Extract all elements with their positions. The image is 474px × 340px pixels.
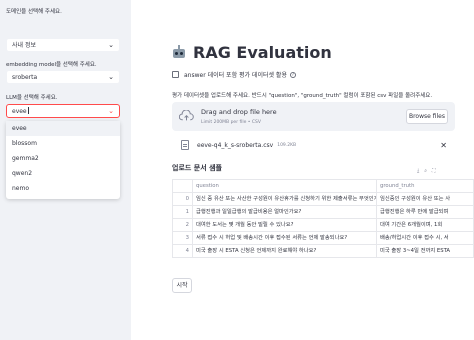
table-row[interactable]: 1 급행진행과 일일급행의 발급비용은 얼마인가요? 급행진행은 하루 만에 발… <box>173 206 473 219</box>
llm-option-evee[interactable]: evee <box>6 121 120 136</box>
answer-dataset-checkbox-label: answer 데이터 포함 평가 데이터셋 활용 <box>184 72 287 79</box>
row-index: 1 <box>173 206 193 218</box>
chevron-down-icon: ⌄ <box>108 107 114 115</box>
browse-files-button[interactable]: Browse files <box>406 109 448 124</box>
table-header-ground-truth[interactable]: ground_truth <box>377 180 473 192</box>
embedding-select-value: sroberta <box>12 74 38 81</box>
row-index: 2 <box>173 219 193 231</box>
ground-truth-cell[interactable]: 대여 기간은 6개월이며, 1회 <box>377 219 473 231</box>
llm-option-nemo[interactable]: nemo <box>6 181 120 196</box>
start-button[interactable]: 시작 <box>172 278 192 293</box>
page-title: RAG Evaluation <box>193 42 332 62</box>
chevron-down-icon: ⌄ <box>108 73 114 81</box>
ground-truth-cell[interactable]: 급행진행은 하루 만에 발급되며 <box>377 206 473 218</box>
close-icon[interactable]: ✕ <box>440 141 447 150</box>
llm-select-label: LLM을 선택해 주세요. <box>6 95 58 101</box>
llm-select-input[interactable]: evee ⌄ <box>6 104 120 118</box>
row-index: 4 <box>173 245 193 257</box>
help-icon[interactable]: ? <box>289 71 296 78</box>
answer-dataset-checkbox-row[interactable]: answer 데이터 포함 평가 데이터셋 활용 ? <box>172 70 296 79</box>
ground-truth-cell[interactable]: 임신중인 구성원이 유산 또는 사 <box>377 193 473 205</box>
table-row[interactable]: 4 미국 출장 시 ESTA 신청은 언제까지 완료해야 하나요? 미국 출장 … <box>173 245 473 257</box>
robot-icon <box>172 45 186 59</box>
sidebar: 도메인을 선택해 주세요. 사내 정보 ⌄ embedding model을 선… <box>0 0 131 340</box>
uploaded-file-name: eeve-q4_k_s-sroberta.csv <box>197 141 274 149</box>
ground-truth-cell[interactable]: 미국 출장 3~4일 전까지 ESTA <box>377 245 473 257</box>
ground-truth-cell[interactable]: 배송/허업시간 이후 접수 시, 서 <box>377 232 473 244</box>
download-icon[interactable]: ⤓ <box>417 168 419 174</box>
question-cell[interactable]: 미국 출장 시 ESTA 신청은 언제까지 완료해야 하나요? <box>193 245 377 257</box>
domain-select-value: 사내 정보 <box>12 42 36 49</box>
fullscreen-icon[interactable]: ⛶ <box>432 168 436 174</box>
sample-section-title: 업로드 문서 샘플 <box>172 164 222 172</box>
llm-option-gemma2[interactable]: gemma2 <box>6 151 120 166</box>
question-cell[interactable]: 대여한 도서는 몇 개월 동안 빌릴 수 있나요? <box>193 219 377 231</box>
search-icon[interactable]: ⌕ <box>424 168 427 174</box>
table-toolbar: ⤓ ⌕ ⛶ <box>417 168 436 174</box>
table-row[interactable]: 2 대여한 도서는 몇 개월 동안 빌릴 수 있나요? 대여 기간은 6개월이며… <box>173 219 473 232</box>
llm-option-blossom[interactable]: blossom <box>6 136 120 151</box>
question-cell[interactable]: 급행진행과 일일급행의 발급비용은 얼마인가요? <box>193 206 377 218</box>
table-header-index <box>173 180 193 192</box>
llm-dropdown-menu: evee blossom gemma2 qwen2 nemo <box>6 121 120 199</box>
domain-select[interactable]: 사내 정보 ⌄ <box>6 38 120 52</box>
page-header: RAG Evaluation <box>172 41 332 63</box>
cloud-upload-icon <box>179 110 194 121</box>
row-index: 3 <box>173 232 193 244</box>
table-row[interactable]: 0 임신 중 유산 또는 사산한 구성원이 유산휴가를 신청하기 위한 제출서류… <box>173 193 473 206</box>
chevron-down-icon: ⌄ <box>108 41 114 49</box>
question-cell[interactable]: 서류 접수 시 허업 및 배송시간 이후 접수된 서류는 언제 발송되나요? <box>193 232 377 244</box>
upload-instruction: 평가 데이터셋을 업로드해 주세요. 반드시 "question", "grou… <box>172 93 433 99</box>
question-cell[interactable]: 임신 중 유산 또는 사산한 구성원이 유산휴가를 신청하기 위한 제출서류는 … <box>193 193 377 205</box>
answer-dataset-checkbox[interactable] <box>172 71 179 78</box>
llm-select-value: evee <box>12 108 27 115</box>
dropzone-limit: Limit 200MB per file • CSV <box>201 120 261 125</box>
table-header-row: question ground_truth <box>173 180 473 193</box>
sample-table[interactable]: question ground_truth 0 임신 중 유산 또는 사산한 구… <box>172 179 474 258</box>
uploaded-file-size: 109.2KB <box>277 142 297 148</box>
uploaded-file: eeve-q4_k_s-sroberta.csv 109.2KB ✕ <box>172 138 455 152</box>
embedding-select[interactable]: sroberta ⌄ <box>6 70 120 84</box>
dropzone-title: Drag and drop file here <box>201 108 277 116</box>
embedding-select-label: embedding model을 선택해 주세요. <box>6 62 97 68</box>
table-row[interactable]: 3 서류 접수 시 허업 및 배송시간 이후 접수된 서류는 언제 발송되나요?… <box>173 232 473 245</box>
table-header-question[interactable]: question <box>193 180 377 192</box>
main-content: RAG Evaluation answer 데이터 포함 평가 데이터셋 활용 … <box>131 0 474 340</box>
domain-select-label: 도메인을 선택해 주세요. <box>6 9 62 15</box>
llm-option-qwen2[interactable]: qwen2 <box>6 166 120 181</box>
file-icon <box>181 140 189 150</box>
row-index: 0 <box>173 193 193 205</box>
file-dropzone[interactable]: Drag and drop file here Limit 200MB per … <box>172 102 455 131</box>
text-caret <box>27 107 29 114</box>
